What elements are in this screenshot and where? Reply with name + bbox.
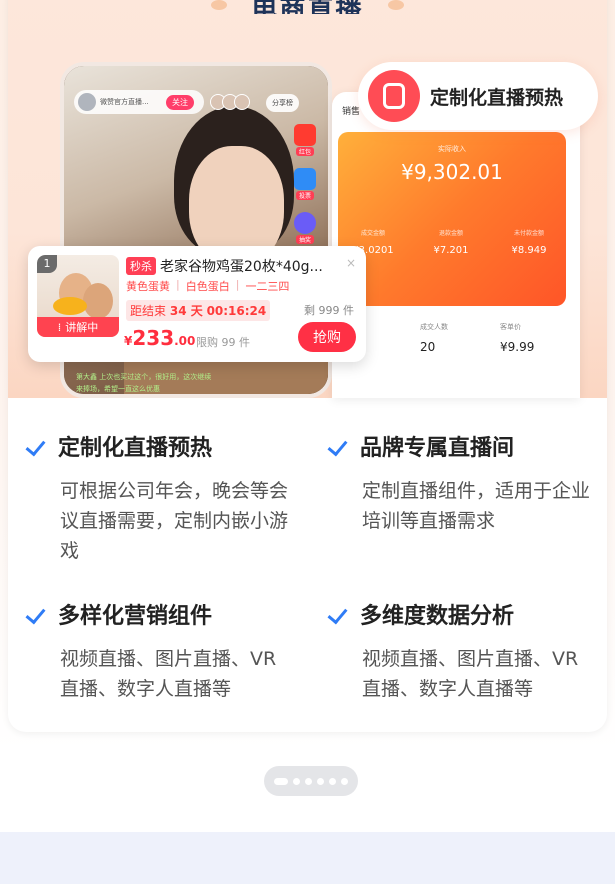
feature-description: 可根据公司年会，晚会等会议直播需要，定制内嵌小游戏: [60, 480, 289, 562]
stat-value: ¥8.949: [511, 245, 547, 256]
pagination-dot[interactable]: [274, 777, 288, 785]
lottery-button[interactable]: 抽奖: [292, 212, 318, 246]
sku-option: 黄色蛋黄: [126, 280, 170, 293]
feature-title: 多维度数据分析: [360, 604, 515, 629]
feature-description: 定制直播组件，适用于企业培训等直播需求: [362, 480, 591, 532]
product-price: ¥233.00: [124, 326, 195, 350]
product-card[interactable]: 1 ⁞ 讲解中 秒杀 老家谷物鸡蛋20枚*40g... × 黄色蛋黄 | 白色蛋白…: [28, 246, 366, 362]
product-image: 1 ⁞ 讲解中: [37, 255, 119, 337]
bottom-band: [0, 832, 615, 884]
pagination-dot[interactable]: [329, 777, 336, 785]
bottom-stat: 成交人数 20: [420, 322, 480, 354]
section-heading: 电商直播: [0, 0, 615, 14]
carousel-pagination[interactable]: [264, 766, 358, 796]
revenue-value: ¥9,302.01: [401, 160, 503, 184]
chat-message: 来捧场，希望一直这么优惠: [76, 385, 160, 393]
feature-pill: 定制化直播预热: [358, 62, 598, 130]
sku-option: 一二三四: [245, 280, 290, 293]
stat-item: 退款金额 ¥7.201: [416, 228, 486, 256]
feature-title: 定制化直播预热: [58, 436, 213, 461]
product-title: 秒杀 老家谷物鸡蛋20枚*40g...: [126, 256, 358, 276]
pagination-dot[interactable]: [305, 777, 312, 785]
feature-item: 定制化直播预热 可根据公司年会，晚会等会议直播需要，定制内嵌小游戏: [28, 430, 288, 566]
sku-option: 白色蛋白: [185, 280, 230, 293]
feature-title: 品牌专属直播间: [360, 436, 515, 461]
sku-divider: |: [176, 278, 180, 291]
check-icon: [330, 439, 350, 453]
host-info-bar: 微赞官方直播... 关注: [74, 90, 204, 114]
check-icon: [28, 607, 48, 621]
stat-label: 成交金额: [360, 230, 385, 237]
stat-value: ¥7.201: [433, 245, 469, 256]
buy-button[interactable]: 抢购: [298, 322, 356, 352]
check-icon: [28, 439, 48, 453]
stat-item: 未付款金额 ¥8.949: [494, 228, 564, 256]
revenue-label: 实际收入: [438, 145, 466, 153]
host-name: 微赞官方直播...: [100, 98, 149, 106]
feature-item: 多维度数据分析 视频直播、图片直播、VR直播、数字人直播等: [330, 598, 590, 704]
dashboard-tab[interactable]: 销售: [342, 104, 360, 117]
bottom-stat-label: 客单价: [500, 323, 521, 331]
coupon-icon: [368, 70, 420, 122]
follow-button[interactable]: 关注: [166, 94, 194, 110]
stat-label: 未付款金额: [513, 230, 544, 237]
lottery-label: 抽奖: [295, 235, 314, 244]
vote-label: 投票: [295, 191, 314, 200]
product-index: 1: [37, 255, 57, 273]
price-decimal: .00: [174, 334, 196, 348]
close-icon[interactable]: ×: [346, 256, 356, 270]
bottom-stat-label: 成交人数: [420, 323, 448, 331]
countdown-time: 00:16:24: [206, 304, 267, 318]
product-skus: 黄色蛋黄 | 白色蛋白 | 一二三四: [126, 278, 289, 294]
purchase-limit: 限购 99 件: [196, 336, 250, 349]
viewer-avatar: [234, 94, 250, 110]
price-integer: 233: [132, 326, 175, 350]
decor-dot-icon: [387, 0, 404, 10]
countdown-days: 34 天: [169, 304, 203, 318]
lottery-icon: [294, 212, 316, 234]
share-rank-button[interactable]: 分享榜: [266, 94, 299, 112]
vote-button[interactable]: 投票: [292, 168, 318, 202]
stat-label: 退款金额: [438, 230, 463, 237]
sku-divider: |: [235, 278, 240, 291]
bottom-stat: 客单价 ¥9.99: [500, 322, 560, 354]
feature-description: 视频直播、图片直播、VR直播、数字人直播等: [60, 648, 277, 700]
explaining-label: 讲解中: [65, 321, 99, 334]
sales-dashboard: 销售 实际收入 ¥9,302.01 成交金额 ¥3.0201 退款金额 ¥7.2…: [332, 92, 580, 398]
pagination-dot[interactable]: [317, 777, 324, 785]
check-icon: [330, 607, 350, 621]
feature-pill-label: 定制化直播预热: [430, 86, 564, 109]
product-title-text: 老家谷物鸡蛋20枚*40g...: [160, 259, 323, 275]
pagination-dot[interactable]: [293, 777, 300, 785]
viewer-avatars: [210, 94, 250, 110]
bottom-stat-value: 20: [420, 340, 436, 354]
countdown-prefix: 距结束: [130, 304, 167, 318]
feature-title: 多样化营销组件: [58, 604, 213, 629]
egg-yolk: [53, 297, 87, 315]
stock-remaining: 剩 999 件: [304, 304, 354, 317]
revenue-panel: 实际收入 ¥9,302.01 成交金额 ¥3.0201 退款金额 ¥7.201 …: [338, 132, 566, 306]
red-envelope-button[interactable]: 红包: [292, 124, 318, 158]
flash-sale-tag: 秒杀: [126, 257, 156, 275]
decor-dot-icon: [211, 0, 228, 10]
audio-wave-icon: ⁞: [57, 320, 62, 334]
bottom-stat-value: ¥9.99: [500, 340, 535, 354]
share-label: 分享榜: [272, 99, 293, 107]
feature-item: 多样化营销组件 视频直播、图片直播、VR直播、数字人直播等: [28, 598, 288, 704]
pagination-dot[interactable]: [341, 777, 348, 785]
red-envelope-label: 红包: [295, 147, 314, 156]
explaining-badge: ⁞ 讲解中: [37, 317, 119, 337]
red-envelope-icon: [294, 124, 316, 146]
feature-description: 视频直播、图片直播、VR直播、数字人直播等: [362, 648, 579, 700]
countdown-timer: 距结束 34 天 00:16:24: [126, 300, 271, 321]
section-heading-text: 电商直播: [251, 0, 363, 14]
vote-icon: [294, 168, 316, 190]
chat-message: 第大鑫 上次也买过这个，很好用，这次继续: [76, 373, 212, 381]
feature-item: 品牌专属直播间 定制直播组件，适用于企业培训等直播需求: [330, 430, 590, 536]
live-tools: 红包 投票 抽奖: [292, 124, 318, 246]
host-avatar: [78, 93, 96, 111]
egg-shape: [83, 283, 113, 319]
